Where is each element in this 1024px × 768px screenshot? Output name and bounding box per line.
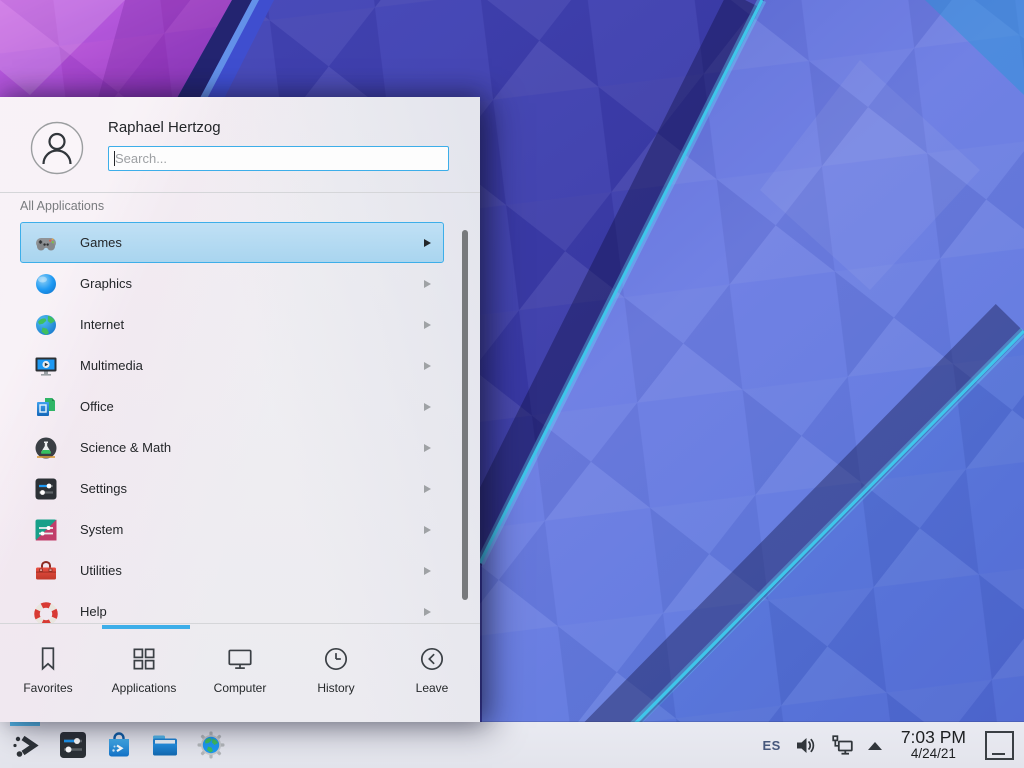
system-tray: ES 7:03 PM 4/24/21 xyxy=(762,728,1016,761)
tab-leave[interactable]: Leave xyxy=(384,623,480,722)
category-label: Utilities xyxy=(80,563,424,578)
category-multimedia[interactable]: Multimedia xyxy=(20,345,444,386)
category-label: Games xyxy=(80,235,424,250)
launcher-active-indicator xyxy=(10,722,40,726)
user-avatar[interactable] xyxy=(30,121,84,175)
discover-icon xyxy=(103,729,135,761)
submenu-arrow-icon xyxy=(424,239,431,247)
show-desktop-glyph xyxy=(992,753,1005,755)
graphics-icon xyxy=(33,271,59,297)
taskbar-system-settings[interactable] xyxy=(56,722,90,768)
tab-label: Favorites xyxy=(23,681,72,695)
category-label: Multimedia xyxy=(80,358,424,373)
submenu-arrow-icon xyxy=(424,403,431,411)
taskbar: ES 7:03 PM 4/24/21 xyxy=(0,722,1024,768)
submenu-arrow-icon xyxy=(424,608,431,616)
kde-launcher-icon xyxy=(10,729,42,761)
text-cursor xyxy=(114,151,115,166)
office-icon xyxy=(33,394,59,420)
user-name: Raphael Hertzog xyxy=(108,119,221,136)
taskbar-web-browser[interactable] xyxy=(194,722,228,768)
category-label: System xyxy=(80,522,424,537)
scrollbar-thumb[interactable] xyxy=(462,230,468,600)
category-label: Internet xyxy=(80,317,424,332)
footer-separator xyxy=(0,623,480,624)
help-icon xyxy=(33,599,59,624)
system-settings-icon xyxy=(57,729,89,761)
category-games[interactable]: Games xyxy=(20,222,444,263)
internet-icon xyxy=(33,312,59,338)
submenu-arrow-icon xyxy=(424,362,431,370)
taskbar-discover[interactable] xyxy=(102,722,136,768)
tab-label: Computer xyxy=(214,681,267,695)
submenu-arrow-icon xyxy=(424,444,431,452)
category-list: Games Graphics Internet xyxy=(20,222,444,623)
games-icon xyxy=(33,230,59,256)
category-science-math[interactable]: Science & Math xyxy=(20,427,444,468)
web-browser-icon xyxy=(195,729,227,761)
category-graphics[interactable]: Graphics xyxy=(20,263,444,304)
launcher-footer-tabs: Favorites Applications Computer xyxy=(0,623,480,722)
taskbar-dolphin[interactable] xyxy=(148,722,182,768)
science-icon xyxy=(33,435,59,461)
clock-date: 4/24/21 xyxy=(901,747,966,762)
active-tab-indicator xyxy=(102,625,190,629)
section-label: All Applications xyxy=(20,199,104,213)
volume-icon[interactable] xyxy=(794,734,817,757)
tab-label: History xyxy=(317,681,354,695)
applications-icon xyxy=(129,644,159,674)
submenu-arrow-icon xyxy=(424,321,431,329)
category-label: Graphics xyxy=(80,276,424,291)
favorites-icon xyxy=(33,644,63,674)
multimedia-icon xyxy=(33,353,59,379)
network-icon[interactable] xyxy=(830,733,855,757)
clock-time: 7:03 PM xyxy=(901,728,966,747)
submenu-arrow-icon xyxy=(424,526,431,534)
tab-computer[interactable]: Computer xyxy=(192,623,288,722)
tab-label: Applications xyxy=(112,681,177,695)
category-label: Help xyxy=(80,604,424,619)
history-icon xyxy=(321,644,351,674)
tab-history[interactable]: History xyxy=(288,623,384,722)
category-system[interactable]: System xyxy=(20,509,444,550)
application-launcher-menu: Raphael Hertzog All Applications Games xyxy=(0,97,480,722)
category-internet[interactable]: Internet xyxy=(20,304,444,345)
tab-applications[interactable]: Applications xyxy=(96,623,192,722)
category-label: Science & Math xyxy=(80,440,424,455)
category-utilities[interactable]: Utilities xyxy=(20,550,444,591)
search-input[interactable] xyxy=(108,146,449,171)
search-field-wrap xyxy=(108,146,449,171)
submenu-arrow-icon xyxy=(424,485,431,493)
submenu-arrow-icon xyxy=(424,280,431,288)
app-launcher-button[interactable] xyxy=(8,722,44,768)
system-icon xyxy=(33,517,59,543)
header-separator xyxy=(0,192,480,193)
category-label: Settings xyxy=(80,481,424,496)
digital-clock[interactable]: 7:03 PM 4/24/21 xyxy=(901,728,966,761)
keyboard-layout-indicator[interactable]: ES xyxy=(762,738,780,753)
tray-expand-icon[interactable] xyxy=(868,742,882,750)
category-settings[interactable]: Settings xyxy=(20,468,444,509)
tab-label: Leave xyxy=(416,681,449,695)
computer-icon xyxy=(225,644,255,674)
leave-icon xyxy=(417,644,447,674)
submenu-arrow-icon xyxy=(424,567,431,575)
category-label: Office xyxy=(80,399,424,414)
tab-favorites[interactable]: Favorites xyxy=(0,623,96,722)
category-help[interactable]: Help xyxy=(20,591,444,623)
settings-icon xyxy=(33,476,59,502)
show-desktop-button[interactable] xyxy=(985,731,1014,760)
dolphin-icon xyxy=(149,729,181,761)
category-office[interactable]: Office xyxy=(20,386,444,427)
utilities-icon xyxy=(33,558,59,584)
